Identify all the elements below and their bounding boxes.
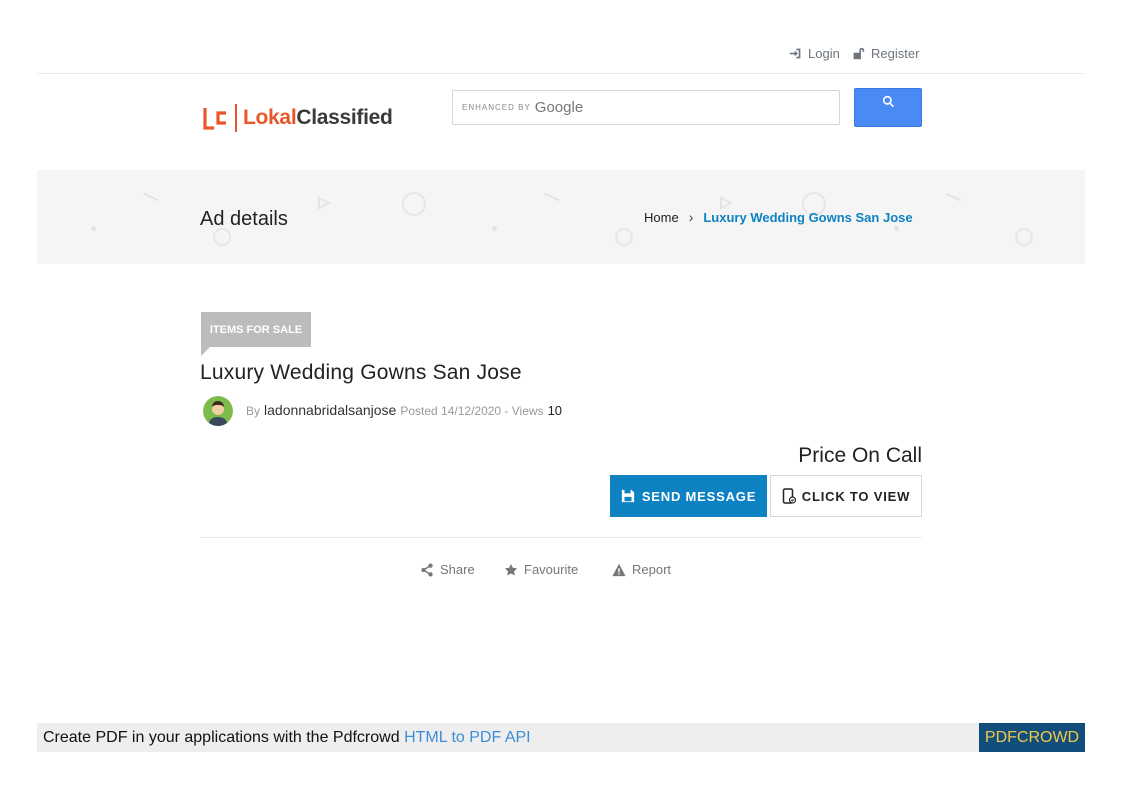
share-button[interactable]: Share [420, 562, 475, 577]
pdfcrowd-api-link[interactable]: HTML to PDF API [404, 729, 531, 746]
posted-text: Posted 14/12/2020 - Views [400, 404, 544, 418]
pdfcrowd-text: Create PDF in your applications with the… [43, 729, 531, 747]
decor-circle [615, 228, 633, 246]
mobile-phone-icon [782, 488, 796, 504]
pdfcrowd-button[interactable]: PDFCROWD [979, 723, 1085, 752]
unlock-icon [853, 47, 865, 60]
favourite-button[interactable]: Favourite [504, 562, 578, 577]
search-button[interactable] [854, 88, 922, 127]
floppy-disk-icon [621, 489, 634, 503]
site-logo[interactable]: LokalClassified [203, 104, 393, 132]
search-placeholder: ENHANCED BY Google [462, 99, 583, 116]
send-message-button[interactable]: SEND MESSAGE [610, 475, 767, 517]
report-button[interactable]: Report [612, 562, 671, 577]
decor-triangle [318, 196, 331, 210]
breadcrumb-home-link[interactable]: Home [644, 210, 679, 225]
register-label: Register [871, 46, 920, 61]
warning-icon [612, 563, 626, 576]
login-link[interactable]: Login [789, 46, 840, 61]
search-icon [882, 95, 894, 108]
decor-dot [492, 226, 497, 231]
report-label: Report [632, 562, 672, 577]
register-link[interactable]: Register [852, 46, 919, 61]
ad-meta: By ladonnabridalsanjose Posted 14/12/202… [246, 402, 562, 418]
price: Price On Call [798, 444, 922, 467]
decor-circle [402, 192, 426, 216]
decor-triangle [720, 196, 733, 210]
logo-separator [235, 104, 237, 132]
click-to-view-label: CLICK TO VIEW [801, 488, 911, 504]
share-label: Share [440, 562, 475, 577]
send-message-label: SEND MESSAGE [641, 488, 757, 504]
breadcrumb: Home › Luxury Wedding Gowns San Jose [644, 209, 913, 225]
click-to-view-button[interactable]: CLICK TO VIEW [770, 475, 922, 517]
decor-dot [894, 226, 899, 231]
decor-dot [91, 226, 96, 231]
ad-title: Luxury Wedding Gowns San Jose [200, 361, 522, 384]
google-label: Google [534, 99, 584, 116]
author-link[interactable]: ladonnabridalsanjose [264, 402, 396, 418]
logo-word-classified: Classified [296, 106, 393, 129]
views-count: 10 [547, 403, 563, 418]
category-tag[interactable]: ITEMS FOR SALE [201, 312, 311, 347]
sign-in-icon [789, 48, 801, 59]
decor-line [544, 192, 560, 202]
page-title: Ad details [200, 208, 288, 230]
logo-word-lokal: Lokal [243, 106, 297, 129]
avatar[interactable] [203, 396, 233, 426]
login-label: Login [808, 46, 840, 61]
logo-wordmark: LokalClassified [243, 106, 393, 130]
divider [200, 537, 922, 538]
breadcrumb-current: Luxury Wedding Gowns San Jose [703, 209, 913, 225]
decor-line [143, 192, 159, 202]
category-tag-tail [201, 347, 210, 356]
favourite-label: Favourite [524, 562, 579, 577]
by-label: By [246, 404, 261, 418]
decor-circle [1015, 228, 1033, 246]
search-input[interactable]: ENHANCED BY Google [452, 90, 840, 125]
share-icon [421, 562, 433, 577]
enhanced-by-label: ENHANCED BY [462, 103, 531, 112]
breadcrumb-banner [37, 170, 1085, 264]
decor-line [945, 192, 961, 202]
breadcrumb-separator: › [688, 209, 694, 225]
top-utility-bar [37, 0, 1085, 74]
user-avatar-icon [203, 396, 233, 426]
pdfcrowd-message: Create PDF in your applications with the… [43, 729, 400, 746]
star-icon [504, 563, 518, 576]
lc-logo-icon [203, 108, 226, 130]
